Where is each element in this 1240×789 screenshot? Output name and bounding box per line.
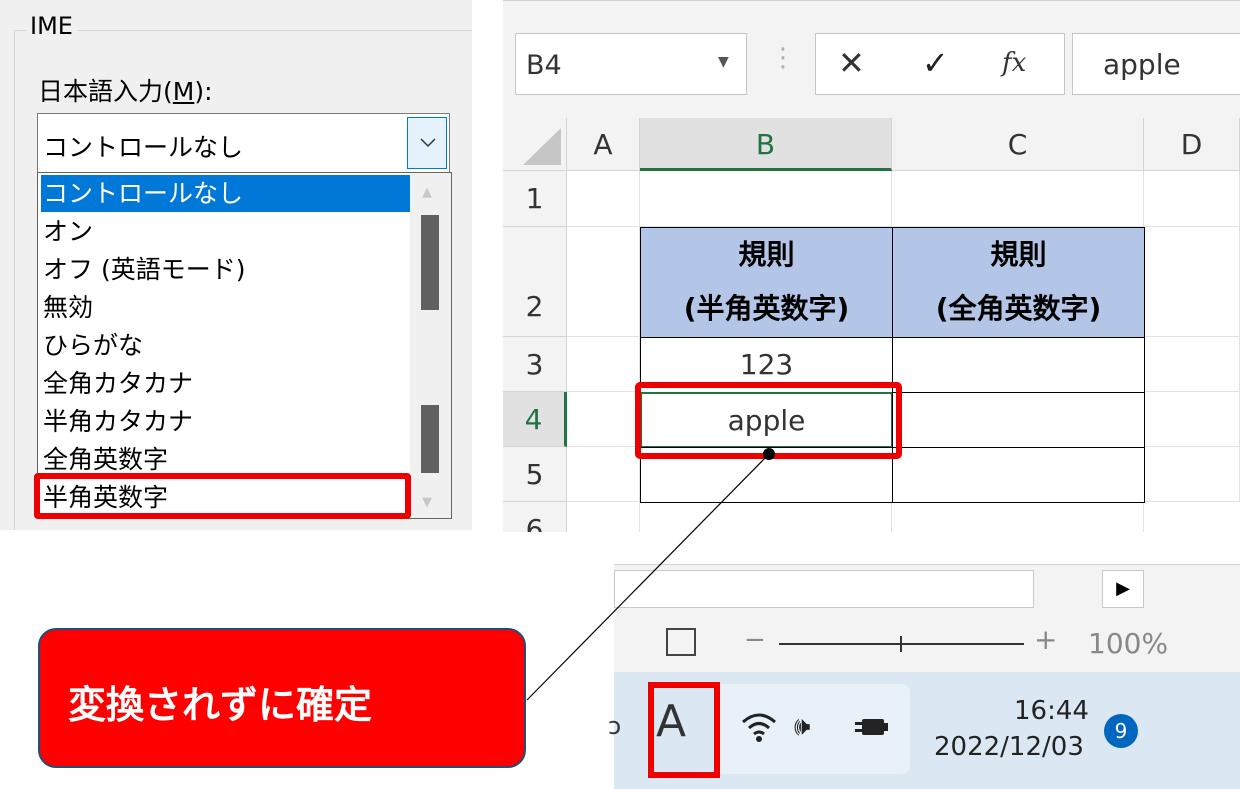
scroll-right-arrow-icon[interactable]: ▶ xyxy=(1102,570,1144,608)
enter-check-icon[interactable]: ✓ xyxy=(922,44,949,82)
cell-c3[interactable] xyxy=(892,337,1145,393)
cell-d3[interactable] xyxy=(1144,337,1240,392)
excel-status-area: ▶ − + 100% xyxy=(614,545,1240,672)
formula-bar-area: B4 ▼ ⋮ ✕ ✓ fx apple xyxy=(503,0,1240,118)
ime-settings-panel: IME 日本語入力(M): コントロールなし コントロールなし オン オフ (英… xyxy=(0,0,472,530)
formula-buttons: ✕ ✓ fx xyxy=(815,33,1065,95)
ime-group-title: IME xyxy=(26,12,77,40)
cell-c4[interactable] xyxy=(892,392,1145,448)
header-line-2: (半角英数字) xyxy=(683,292,850,325)
notification-badge[interactable]: 9 xyxy=(1104,714,1138,748)
scroll-up-arrow-icon[interactable]: ▲ xyxy=(422,185,432,200)
callout-text: 変換されずに確定 xyxy=(68,683,373,727)
cell-c5[interactable] xyxy=(892,447,1145,503)
row-header-6[interactable]: 6 xyxy=(503,502,567,532)
dropdown-scrollbar[interactable]: ▲ ▼ xyxy=(410,173,451,518)
header-line-1: 規則 xyxy=(738,238,795,271)
cell-d2[interactable] xyxy=(1144,227,1240,337)
column-header-a[interactable]: A xyxy=(567,118,640,171)
cell-a5[interactable] xyxy=(567,447,640,502)
cell-a6[interactable] xyxy=(567,502,640,532)
cell-a4[interactable] xyxy=(567,392,640,447)
zoom-slider-thumb[interactable] xyxy=(900,636,902,652)
cell-a2[interactable] xyxy=(567,227,640,337)
sheet-area-bottom xyxy=(614,545,1240,565)
column-header-d[interactable]: D xyxy=(1144,118,1240,171)
row-header-5[interactable]: 5 xyxy=(503,447,567,502)
zoom-in-button[interactable]: + xyxy=(1034,623,1057,656)
column-header-c[interactable]: C xyxy=(892,118,1144,171)
callout-box: 変換されずに確定 xyxy=(38,628,526,768)
combobox-dropdown-button[interactable] xyxy=(407,117,447,169)
cell-b1[interactable] xyxy=(640,171,892,227)
option-halfwidth-katakana[interactable]: 半角カタカナ xyxy=(41,403,410,440)
option-off-english[interactable]: オフ (英語モード) xyxy=(41,251,410,288)
option-hiragana[interactable]: ひらがな xyxy=(41,327,410,364)
cell-a1[interactable] xyxy=(567,171,640,227)
option-on[interactable]: オン xyxy=(41,213,410,250)
zoom-out-button[interactable]: − xyxy=(744,625,766,655)
connector-anchor-dot xyxy=(763,448,775,460)
clock-time[interactable]: 16:44 xyxy=(1014,696,1089,726)
halfwidth-option-highlight-box xyxy=(34,473,411,519)
row-header-1[interactable]: 1 xyxy=(503,171,567,227)
accelerator-key: M xyxy=(172,77,195,106)
scrollbar-thumb[interactable] xyxy=(421,405,439,473)
battery-charging-icon[interactable] xyxy=(854,712,894,742)
row-header-2[interactable]: 2 xyxy=(503,227,567,337)
ime-mode-dropdown-list[interactable]: コントロールなし オン オフ (英語モード) 無効 ひらがな 全角カタカナ 半角… xyxy=(37,172,452,519)
windows-taskbar: ↄ A 🕪 16:44 2022/12/03 9 xyxy=(608,672,1240,789)
row-header-3[interactable]: 3 xyxy=(503,337,567,392)
vertical-dots-icon[interactable]: ⋮ xyxy=(770,43,796,73)
option-no-control[interactable]: コントロールなし xyxy=(41,175,410,212)
horizontal-scrollbar[interactable] xyxy=(614,570,1034,608)
option-fullwidth-katakana[interactable]: 全角カタカナ xyxy=(41,365,410,402)
name-box[interactable]: B4 ▼ xyxy=(515,33,747,95)
japanese-input-label: 日本語入力(M): xyxy=(38,77,213,106)
cell-d4[interactable] xyxy=(1144,392,1240,447)
cell-d5[interactable] xyxy=(1144,447,1240,502)
scroll-down-arrow-icon[interactable]: ▼ xyxy=(422,495,432,510)
partial-tray-icon[interactable]: ↄ xyxy=(608,712,621,740)
volume-icon[interactable]: 🕪 xyxy=(794,712,810,743)
ime-indicator-highlight-box xyxy=(648,682,720,778)
wifi-icon[interactable] xyxy=(739,710,779,744)
cell-c1[interactable] xyxy=(892,171,1144,227)
header-line-1: 規則 xyxy=(990,238,1047,271)
cell-c2-header[interactable]: 規則 (全角英数字) xyxy=(892,227,1145,338)
insert-function-icon[interactable]: fx xyxy=(1002,48,1026,78)
select-all-triangle-icon xyxy=(523,128,561,165)
page-layout-view-icon[interactable] xyxy=(666,628,696,656)
column-header-b[interactable]: B xyxy=(640,118,892,171)
excel-window: B4 ▼ ⋮ ✕ ✓ fx apple A B C D 1 2 3 4 5 6 xyxy=(503,0,1240,532)
scrollbar-thumb[interactable] xyxy=(421,215,439,310)
formula-value: apple xyxy=(1103,48,1181,81)
ime-mode-combobox[interactable]: コントロールなし xyxy=(37,113,450,173)
row-header-4[interactable]: 4 xyxy=(503,392,567,447)
cell-c6[interactable] xyxy=(892,502,1144,532)
cancel-icon[interactable]: ✕ xyxy=(838,44,865,82)
cell-a3[interactable] xyxy=(567,337,640,392)
select-all-corner[interactable] xyxy=(503,118,567,171)
cell-b2-header[interactable]: 規則 (半角英数字) xyxy=(640,227,893,338)
name-box-value: B4 xyxy=(526,50,562,81)
option-disabled[interactable]: 無効 xyxy=(41,289,410,326)
chevron-down-icon xyxy=(420,138,436,148)
cell-b6[interactable] xyxy=(640,502,892,532)
header-line-2: (全角英数字) xyxy=(935,292,1102,325)
combobox-value: コントロールなし xyxy=(43,133,244,162)
cell-d1[interactable] xyxy=(1144,171,1240,227)
zoom-level[interactable]: 100% xyxy=(1088,627,1168,660)
clock-date[interactable]: 2022/12/03 xyxy=(934,732,1084,762)
chevron-down-icon[interactable]: ▼ xyxy=(718,54,729,70)
formula-input[interactable]: apple xyxy=(1072,33,1240,95)
